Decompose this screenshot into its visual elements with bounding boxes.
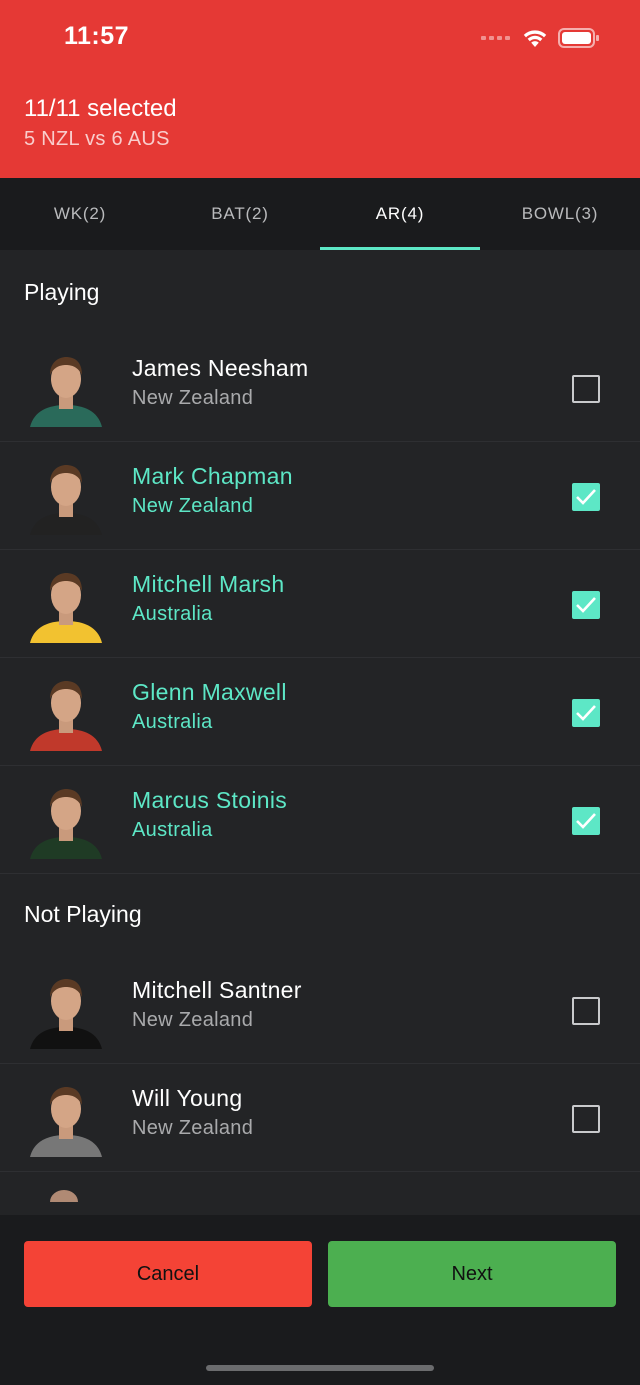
checkmark-icon	[576, 489, 596, 505]
header: 11:57 11/11 selected 5 NZL vs 6 AUS	[0, 0, 640, 178]
signal-icon	[481, 36, 510, 40]
player-avatar	[26, 971, 106, 1049]
tab-bowl[interactable]: BOWL(3)	[480, 178, 640, 250]
tab-ar[interactable]: AR(4)	[320, 178, 480, 250]
checkmark-icon	[576, 705, 596, 721]
select-checkbox[interactable]	[572, 997, 600, 1025]
player-row[interactable]: Mark Chapman New Zealand	[0, 443, 640, 550]
player-avatar	[26, 565, 106, 643]
player-row[interactable]: Marcus Stoinis Australia	[0, 767, 640, 874]
battery-icon	[558, 28, 599, 48]
role-tabs: WK(2) BAT(2) AR(4) BOWL(3)	[0, 178, 640, 250]
player-row[interactable]: Will Young New Zealand	[0, 1065, 640, 1172]
player-name: Mark Chapman	[132, 463, 293, 489]
player-team: New Zealand	[132, 1009, 254, 1031]
select-checkbox[interactable]	[572, 699, 600, 727]
player-team: Australia	[132, 603, 213, 625]
action-bar: Cancel Next	[0, 1215, 640, 1385]
player-row[interactable]: Mitchell Marsh Australia	[0, 551, 640, 658]
player-name: Mitchell Santner	[132, 977, 302, 1003]
section-title-not-playing: Not Playing	[24, 901, 142, 927]
player-name: James Neesham	[132, 355, 309, 381]
player-team: New Zealand	[132, 1117, 254, 1139]
player-row[interactable]: Mitchell Santner New Zealand	[0, 957, 640, 1064]
home-indicator	[206, 1365, 434, 1371]
player-team: New Zealand	[132, 495, 254, 517]
player-row[interactable]: Glenn Maxwell Australia	[0, 659, 640, 766]
player-name: Mitchell Marsh	[132, 571, 285, 597]
player-team: New Zealand	[132, 387, 254, 409]
player-avatar	[26, 457, 106, 535]
player-name: Will Young	[132, 1085, 243, 1111]
next-button[interactable]: Next	[328, 1241, 616, 1307]
player-row[interactable]: James Neesham New Zealand	[0, 335, 640, 442]
tab-wk[interactable]: WK(2)	[0, 178, 160, 250]
status-time: 11:57	[64, 22, 130, 50]
player-avatar	[26, 349, 106, 427]
select-checkbox[interactable]	[572, 591, 600, 619]
player-team: Australia	[132, 819, 213, 841]
selection-count: 11/11 selected	[24, 95, 177, 122]
select-checkbox[interactable]	[572, 375, 600, 403]
select-checkbox[interactable]	[572, 807, 600, 835]
match-summary: 5 NZL vs 6 AUS	[24, 128, 170, 150]
player-avatar	[26, 1079, 106, 1157]
status-icons	[481, 24, 600, 52]
cancel-button[interactable]: Cancel	[24, 1241, 312, 1307]
tab-bat[interactable]: BAT(2)	[160, 178, 320, 250]
checkmark-icon	[576, 813, 596, 829]
checkmark-icon	[576, 597, 596, 613]
section-title-playing: Playing	[24, 279, 100, 305]
wifi-icon	[523, 30, 547, 47]
player-avatar	[26, 781, 106, 859]
partial-avatar	[48, 1188, 80, 1202]
player-avatar	[26, 673, 106, 751]
select-checkbox[interactable]	[572, 483, 600, 511]
player-name: Marcus Stoinis	[132, 787, 288, 813]
player-team: Australia	[132, 711, 213, 733]
select-checkbox[interactable]	[572, 1105, 600, 1133]
player-name: Glenn Maxwell	[132, 679, 287, 705]
